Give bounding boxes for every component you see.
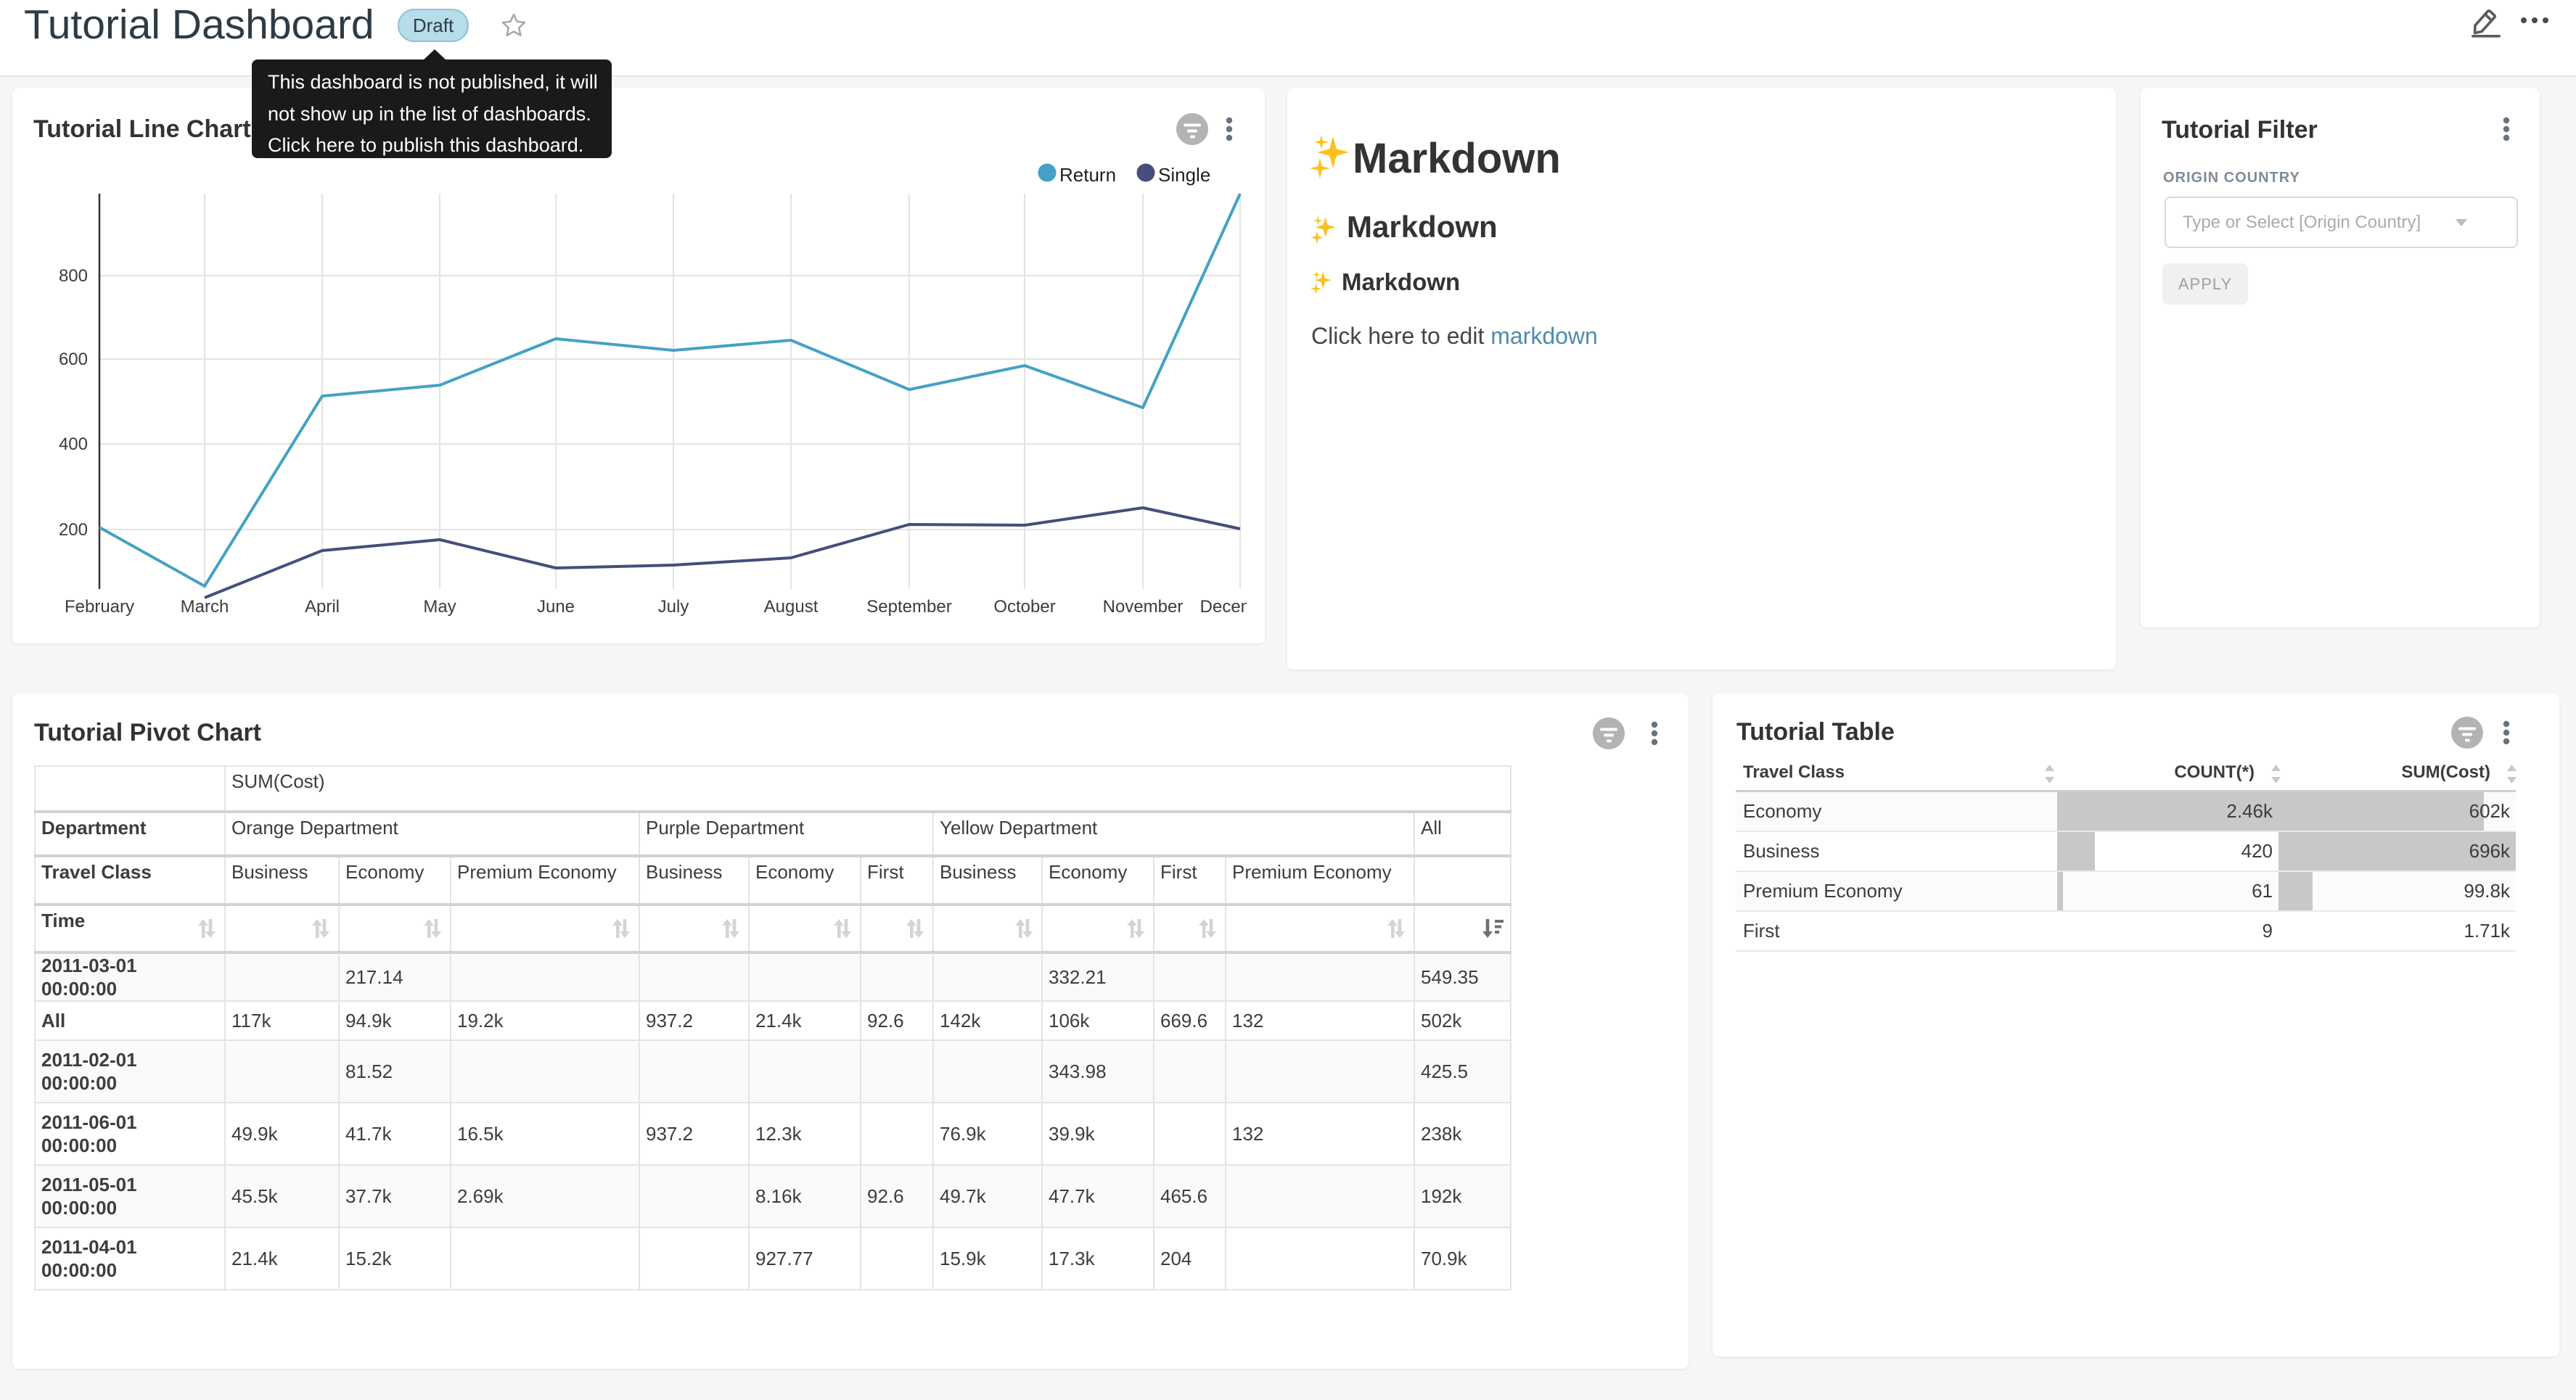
svg-text:May: May xyxy=(423,597,456,617)
svg-text:Return: Return xyxy=(1059,164,1116,186)
svg-text:September: September xyxy=(866,597,951,617)
svg-text:December: December xyxy=(1200,597,1247,617)
svg-text:July: July xyxy=(658,597,689,617)
svg-text:800: 800 xyxy=(59,266,88,286)
svg-text:November: November xyxy=(1103,597,1184,617)
svg-text:April: April xyxy=(305,597,340,617)
svg-text:200: 200 xyxy=(59,520,88,540)
svg-text:June: June xyxy=(537,597,575,617)
svg-text:October: October xyxy=(993,597,1055,617)
svg-text:March: March xyxy=(181,597,229,617)
svg-text:Single: Single xyxy=(1158,164,1210,186)
svg-text:400: 400 xyxy=(59,435,88,454)
svg-text:February: February xyxy=(65,597,134,617)
svg-text:600: 600 xyxy=(59,350,88,369)
svg-text:August: August xyxy=(764,597,819,617)
